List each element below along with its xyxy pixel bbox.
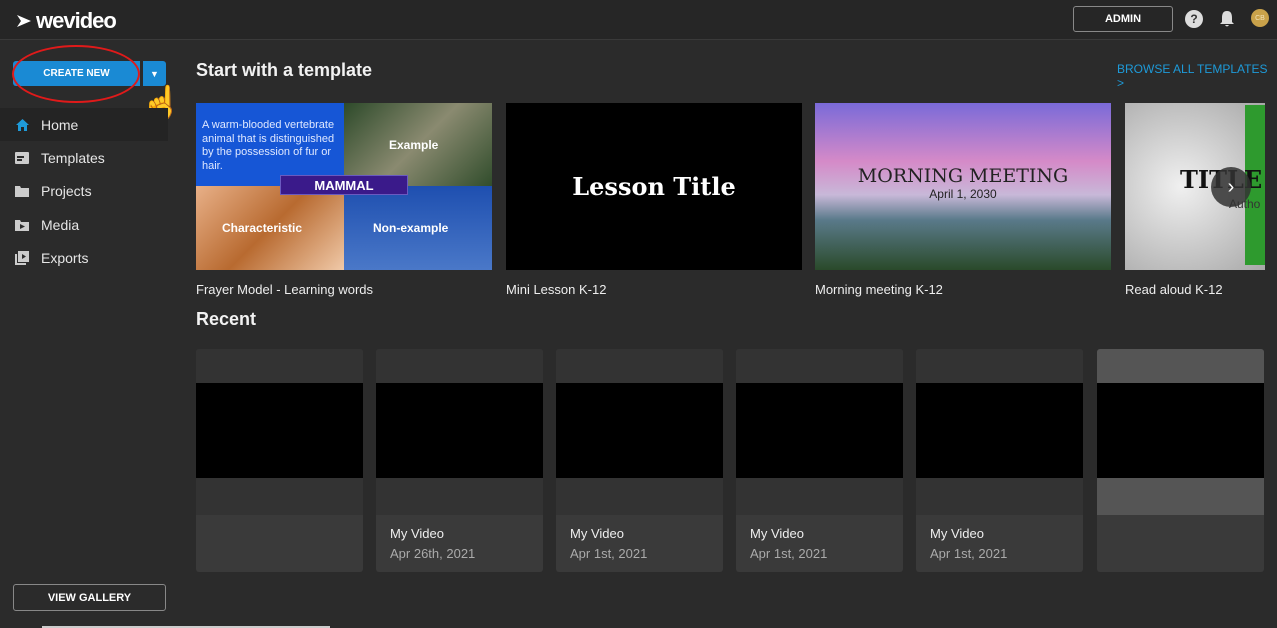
top-bar: wevideo ADMIN ? CB bbox=[0, 0, 1277, 40]
question-circle-icon[interactable]: ? bbox=[1185, 10, 1203, 28]
logo-text: wevideo bbox=[36, 8, 117, 33]
frayer-word: MAMMAL bbox=[280, 175, 408, 195]
template-label[interactable]: Mini Lesson K-12 bbox=[506, 282, 606, 297]
video-title: My Video bbox=[930, 526, 984, 541]
video-date: Apr 1st, 2021 bbox=[930, 546, 1008, 561]
template-card-read-aloud[interactable]: TITLE O Autho › bbox=[1125, 103, 1265, 270]
media-folder-icon bbox=[15, 218, 29, 232]
recent-card[interactable] bbox=[1097, 349, 1264, 572]
video-thumbnail bbox=[736, 383, 903, 478]
create-new-dropdown[interactable]: ▼ bbox=[143, 61, 166, 86]
lesson-title-text: Lesson Title bbox=[572, 172, 736, 201]
recent-card[interactable]: My Video Apr 1st, 2021 bbox=[556, 349, 723, 572]
recent-card[interactable]: My Video Apr 26th, 2021 bbox=[376, 349, 543, 572]
template-card-frayer[interactable]: A warm-blooded vertebrate animal that is… bbox=[196, 103, 492, 270]
sidebar-item-label: Exports bbox=[41, 249, 89, 266]
video-title: My Video bbox=[570, 526, 624, 541]
video-title: My Video bbox=[390, 526, 444, 541]
recent-card[interactable]: My Video Apr 1st, 2021 bbox=[916, 349, 1083, 572]
browse-all-templates-link[interactable]: BROWSE ALL TEMPLATES > bbox=[1117, 62, 1277, 90]
video-thumbnail bbox=[376, 383, 543, 478]
sidebar-item-media[interactable]: Media bbox=[0, 208, 168, 241]
folder-icon bbox=[15, 184, 29, 198]
bell-icon[interactable] bbox=[1219, 10, 1235, 28]
sidebar-item-templates[interactable]: Templates bbox=[0, 141, 168, 174]
sidebar-item-label: Projects bbox=[41, 182, 92, 199]
recent-heading: Recent bbox=[196, 309, 257, 329]
recent-card[interactable] bbox=[196, 349, 363, 572]
view-gallery-button[interactable]: VIEW GALLERY bbox=[13, 584, 166, 611]
video-thumbnail bbox=[556, 383, 723, 478]
home-icon bbox=[15, 118, 29, 132]
morning-meeting-date: April 1, 2030 bbox=[929, 187, 997, 201]
recent-card[interactable]: My Video Apr 1st, 2021 bbox=[736, 349, 903, 572]
logo-icon bbox=[17, 15, 31, 27]
chevron-right-icon: › bbox=[1227, 175, 1235, 198]
avatar[interactable]: CB bbox=[1251, 9, 1269, 27]
annotation-circle bbox=[12, 45, 140, 103]
template-label[interactable]: Read aloud K-12 bbox=[1125, 282, 1223, 297]
video-date: Apr 1st, 2021 bbox=[750, 546, 828, 561]
template-label[interactable]: Frayer Model - Learning words bbox=[196, 282, 373, 297]
sidebar-item-home[interactable]: Home bbox=[0, 108, 168, 141]
frayer-non-example: Non-example bbox=[373, 221, 449, 235]
sidebar-item-exports[interactable]: Exports bbox=[0, 241, 168, 274]
logo[interactable]: wevideo bbox=[16, 8, 117, 34]
video-thumbnail bbox=[1097, 383, 1264, 478]
template-card-morning-meeting[interactable]: MORNING MEETING April 1, 2030 bbox=[815, 103, 1111, 270]
sidebar-item-label: Templates bbox=[41, 149, 105, 166]
morning-meeting-title: MORNING MEETING bbox=[857, 165, 1069, 187]
video-thumbnail bbox=[916, 383, 1083, 478]
video-title: My Video bbox=[750, 526, 804, 541]
sidebar-item-label: Media bbox=[41, 216, 80, 233]
admin-button[interactable]: ADMIN bbox=[1073, 6, 1173, 32]
sidebar-item-projects[interactable]: Projects bbox=[0, 174, 168, 207]
video-date: Apr 1st, 2021 bbox=[570, 546, 648, 561]
exports-icon bbox=[15, 250, 29, 265]
sidebar-item-label: Home bbox=[41, 116, 79, 133]
video-thumbnail bbox=[196, 383, 363, 478]
template-label[interactable]: Morning meeting K-12 bbox=[815, 282, 943, 297]
frayer-characteristic: Characteristic bbox=[222, 221, 303, 235]
carousel-next-button[interactable]: › bbox=[1211, 167, 1251, 207]
video-date: Apr 26th, 2021 bbox=[390, 546, 476, 561]
templates-icon bbox=[15, 151, 29, 165]
frayer-example: Example bbox=[389, 138, 439, 152]
frayer-definition: A warm-blooded vertebrate animal that is… bbox=[202, 119, 335, 172]
chevron-down-icon: ▼ bbox=[150, 68, 159, 79]
template-card-mini-lesson[interactable]: Lesson Title bbox=[506, 103, 802, 270]
templates-heading: Start with a template bbox=[196, 60, 373, 80]
